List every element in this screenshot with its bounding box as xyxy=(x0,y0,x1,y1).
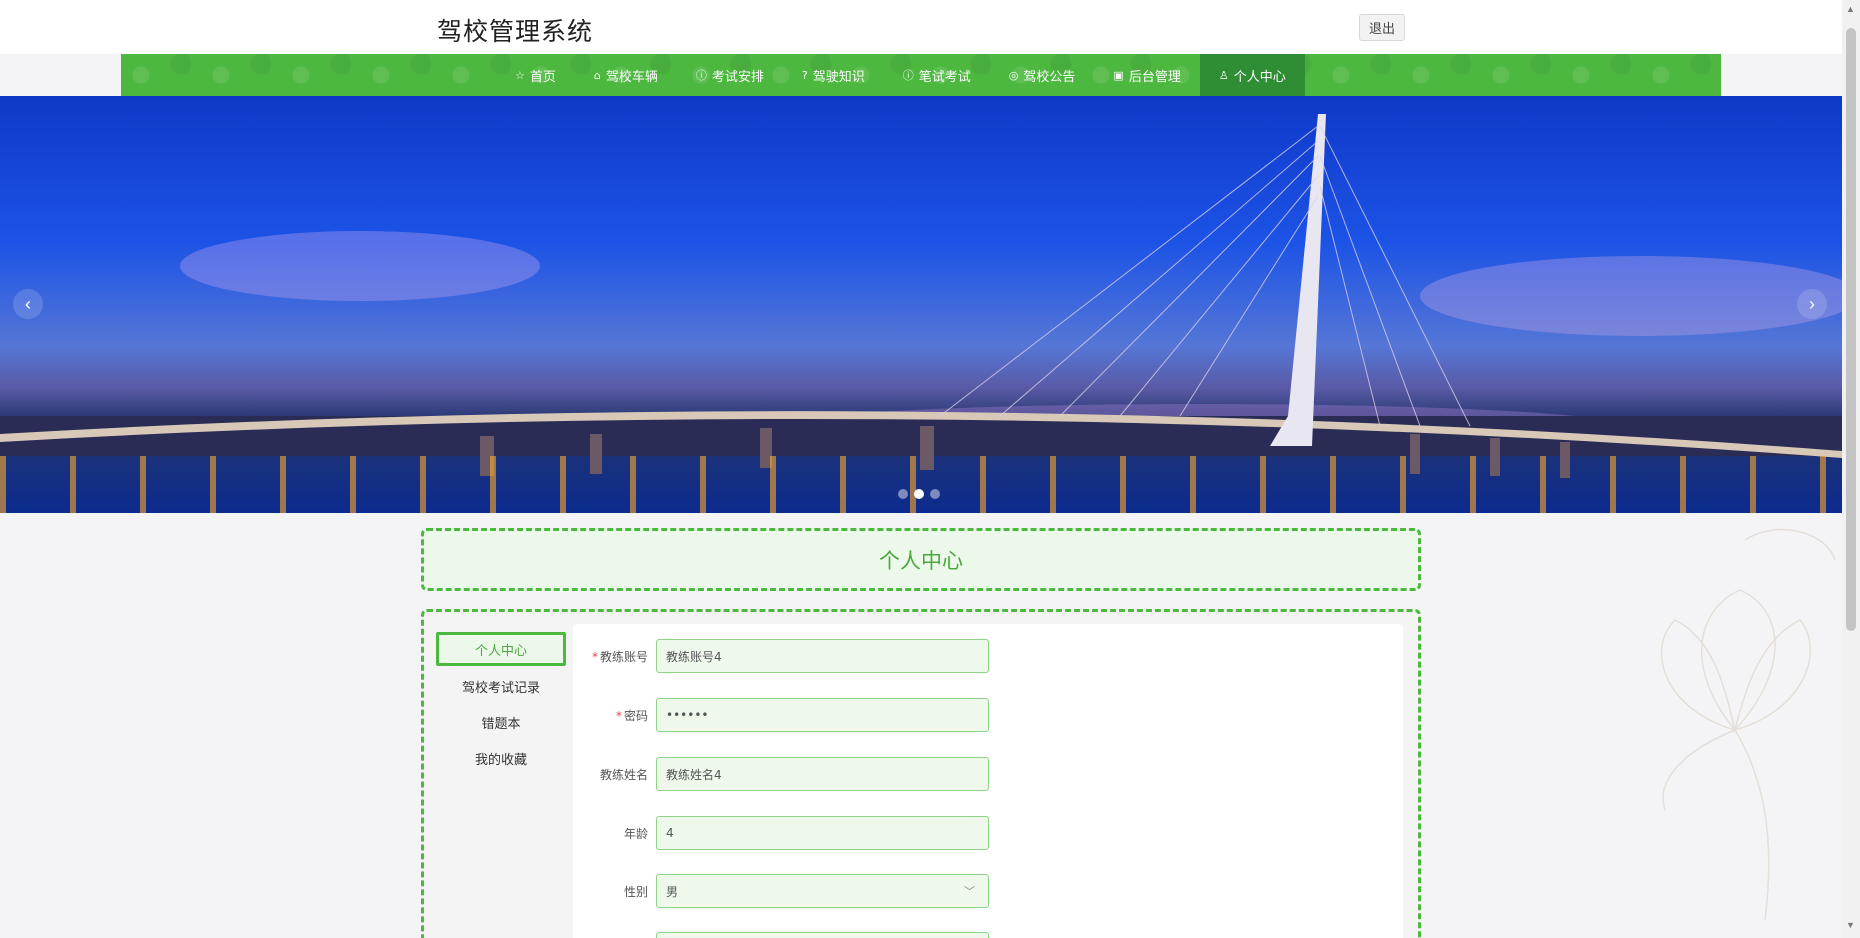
chevron-right-icon: › xyxy=(1809,293,1815,314)
nav-item-driving-knowledge[interactable]: ? 驾驶知识 xyxy=(783,54,884,96)
top-header: 驾校管理系统 退出 xyxy=(0,0,1842,54)
carousel-dot-active[interactable] xyxy=(914,489,924,499)
carousel-indicators xyxy=(898,489,940,499)
main-nav: ☆ 首页 ⌂ 驾校车辆 ⓘ 考试安排 ? 驾驶知识 ⓘ 笔试考试 ◎ 驾校公告 ▣ 后台管理 … xyxy=(121,54,1721,96)
nav-item-vehicles[interactable]: ⌂ 驾校车辆 xyxy=(575,54,677,96)
info-icon: ⓘ xyxy=(902,69,914,82)
nav-item-announcements[interactable]: ◎ 驾校公告 xyxy=(990,54,1095,96)
home-icon: ⌂ xyxy=(593,68,601,82)
scrollbar-thumb[interactable] xyxy=(1846,28,1856,631)
coach-name-input[interactable] xyxy=(656,757,989,791)
nav-item-exam-schedule[interactable]: ⓘ 考试安排 xyxy=(677,54,783,96)
nav-item-label: 驾校公告 xyxy=(1023,69,1076,85)
gender-select[interactable] xyxy=(656,874,989,908)
chevron-left-icon: ‹ xyxy=(25,293,31,314)
required-mark: * xyxy=(615,709,622,723)
carousel-dot[interactable] xyxy=(930,489,940,499)
user-icon: ♙ xyxy=(1218,68,1229,82)
globe-icon: ◎ xyxy=(1008,68,1019,82)
side-menu-item-wrong-questions[interactable]: 错题本 xyxy=(436,704,566,740)
next-field-input[interactable] xyxy=(656,932,989,938)
form-row-coach-name: 教练姓名 xyxy=(573,756,1403,792)
field-label: 年龄 xyxy=(623,827,648,841)
required-mark: * xyxy=(591,650,598,664)
coach-account-input[interactable] xyxy=(656,639,989,673)
nav-item-label: 驾校车辆 xyxy=(605,69,658,85)
nav-item-label: 考试安排 xyxy=(711,69,764,85)
form-row-gender: 性别 ﹀ xyxy=(573,873,1403,909)
age-input[interactable] xyxy=(656,816,989,850)
nav-item-home[interactable]: ☆ 首页 xyxy=(496,54,575,96)
form-row-coach-account: * 教练账号 xyxy=(573,638,1403,674)
password-input[interactable] xyxy=(656,698,989,732)
star-icon: ☆ xyxy=(515,68,525,82)
form-row-age: 年龄 xyxy=(573,815,1403,851)
scroll-up-icon[interactable]: ▲ xyxy=(1846,4,1855,14)
question-icon: ? xyxy=(801,68,808,82)
field-label: * 教练账号 xyxy=(591,650,648,664)
carousel-dot[interactable] xyxy=(898,489,908,499)
profile-form: *教练账号 *密码 教练姓名 年龄 性别 ﹀ xyxy=(573,624,1403,938)
page-title: 个人中心 xyxy=(879,548,963,573)
nav-item-label: 首页 xyxy=(529,69,556,85)
side-menu-item-favorites[interactable]: 我的收藏 xyxy=(436,740,566,776)
scroll-down-icon[interactable]: ▼ xyxy=(1846,920,1855,930)
form-row-next xyxy=(573,931,1403,938)
field-label: 教练姓名 xyxy=(599,768,648,782)
carousel-prev-button[interactable]: ‹ xyxy=(13,289,43,319)
nav-item-label: 后台管理 xyxy=(1128,69,1181,85)
decorative-flower xyxy=(1660,528,1836,921)
personal-center-panel: 个人中心 驾校考试记录 错题本 我的收藏 *教练账号 *密码 教练姓名 年龄 性… xyxy=(421,609,1421,938)
page-scrollbar[interactable]: ▲ ▼ xyxy=(1842,0,1860,938)
info-icon: ⓘ xyxy=(695,69,707,82)
chevron-down-icon: ﹀ xyxy=(964,886,975,898)
nav-item-label: 驾驶知识 xyxy=(812,69,865,85)
carousel-next-button[interactable]: › xyxy=(1797,289,1827,319)
nav-item-label: 笔试考试 xyxy=(918,69,971,85)
field-label: 性别 xyxy=(623,885,648,899)
side-menu: 个人中心 驾校考试记录 错题本 我的收藏 xyxy=(436,632,566,776)
form-row-password: * 密码 xyxy=(573,697,1403,733)
briefcase-icon: ▣ xyxy=(1113,68,1124,82)
side-menu-item-personal-center[interactable]: 个人中心 xyxy=(436,632,566,666)
nav-item-personal-center[interactable]: ♙ 个人中心 xyxy=(1199,54,1305,96)
nav-item-written-exam[interactable]: ⓘ 笔试考试 xyxy=(884,54,990,96)
banner-carousel: ‹ › xyxy=(0,96,1842,513)
nav-item-label: 个人中心 xyxy=(1233,69,1286,85)
page-title-box: 个人中心 xyxy=(421,528,1421,591)
site-title: 驾校管理系统 xyxy=(437,17,594,46)
side-menu-item-exam-records[interactable]: 驾校考试记录 xyxy=(436,668,566,704)
logout-button[interactable]: 退出 xyxy=(1359,14,1405,41)
field-label: * 密码 xyxy=(615,709,648,723)
bridge-image xyxy=(0,114,1842,478)
nav-item-admin[interactable]: ▣ 后台管理 xyxy=(1094,54,1199,96)
